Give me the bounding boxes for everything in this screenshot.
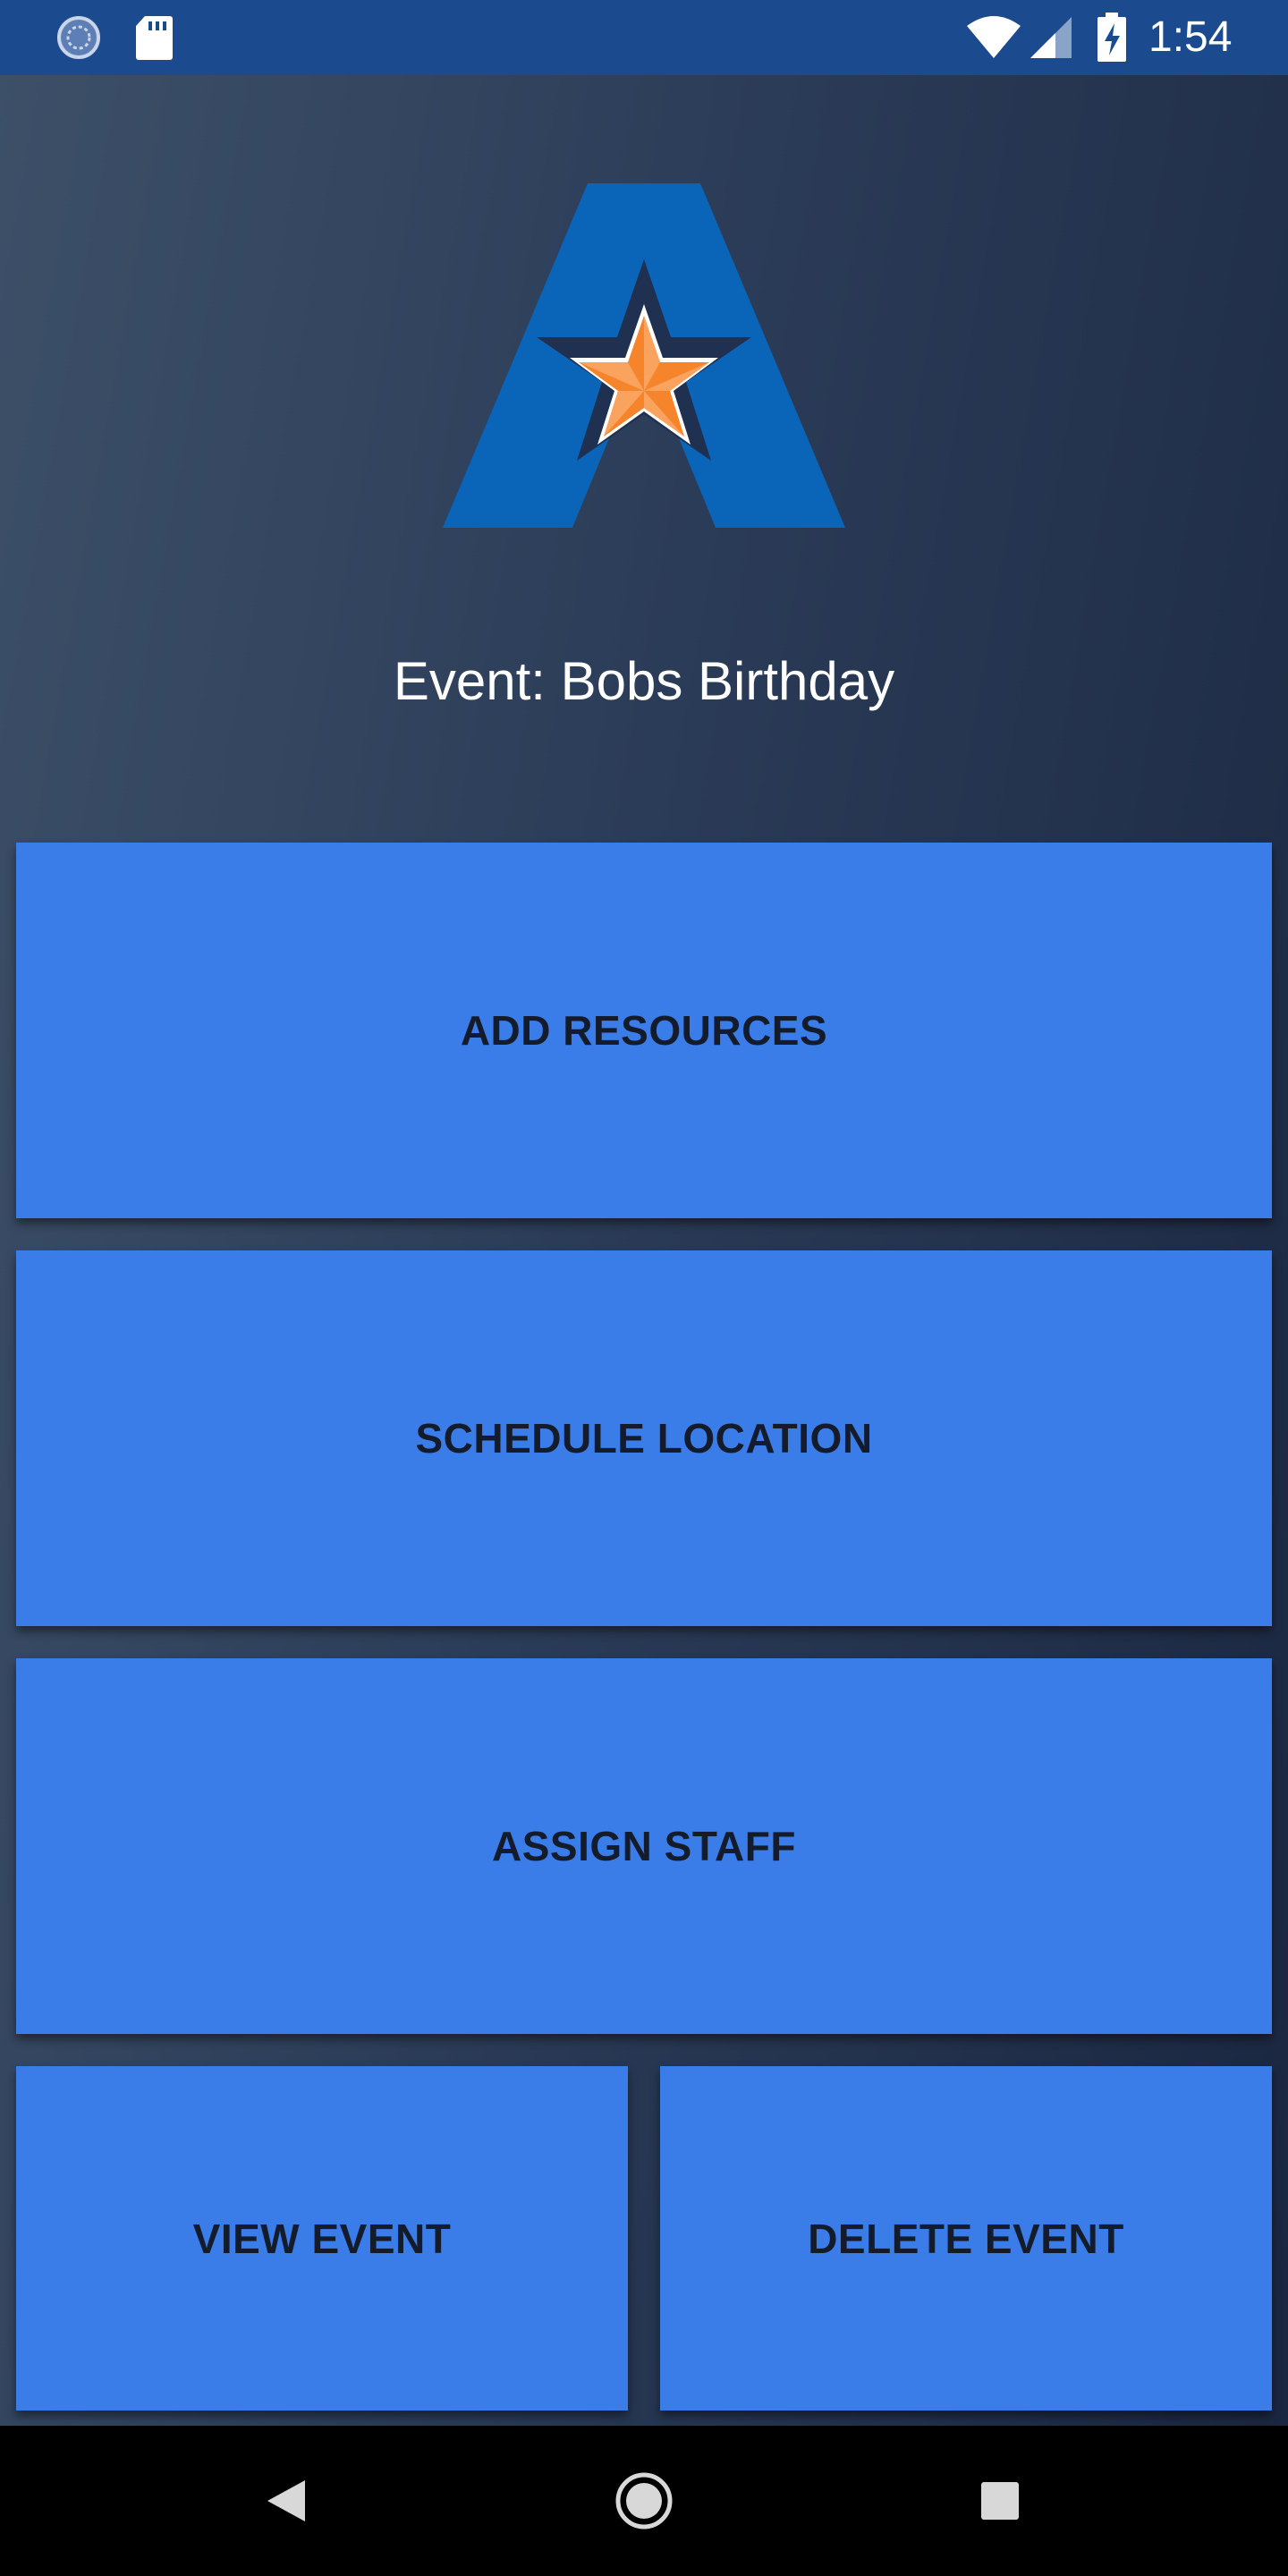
- wifi-icon: [966, 0, 1021, 75]
- uta-logo-icon: [443, 183, 845, 528]
- delete-event-button[interactable]: DELETE EVENT: [660, 2066, 1272, 2411]
- schedule-location-button[interactable]: SCHEDULE LOCATION: [16, 1250, 1272, 1626]
- app-screen: 1:54 Event: Bobs Birthday ADD RESOURCES …: [0, 0, 1288, 2576]
- status-bar: 1:54: [0, 0, 1288, 75]
- view-event-button[interactable]: VIEW EVENT: [16, 2066, 628, 2411]
- home-icon[interactable]: [581, 2426, 707, 2576]
- assign-staff-button[interactable]: ASSIGN STAFF: [16, 1658, 1272, 2034]
- battery-charging-icon: [1097, 0, 1127, 75]
- event-title: Event: Bobs Birthday: [393, 651, 895, 711]
- sd-card-icon: [134, 0, 174, 75]
- back-icon[interactable]: [224, 2426, 349, 2576]
- sync-icon: [55, 0, 102, 75]
- signal-icon: [1029, 0, 1073, 75]
- status-time: 1:54: [1148, 13, 1233, 61]
- add-resources-button[interactable]: ADD RESOURCES: [16, 843, 1272, 1218]
- navigation-bar: [0, 2426, 1288, 2576]
- recents-icon[interactable]: [937, 2426, 1063, 2576]
